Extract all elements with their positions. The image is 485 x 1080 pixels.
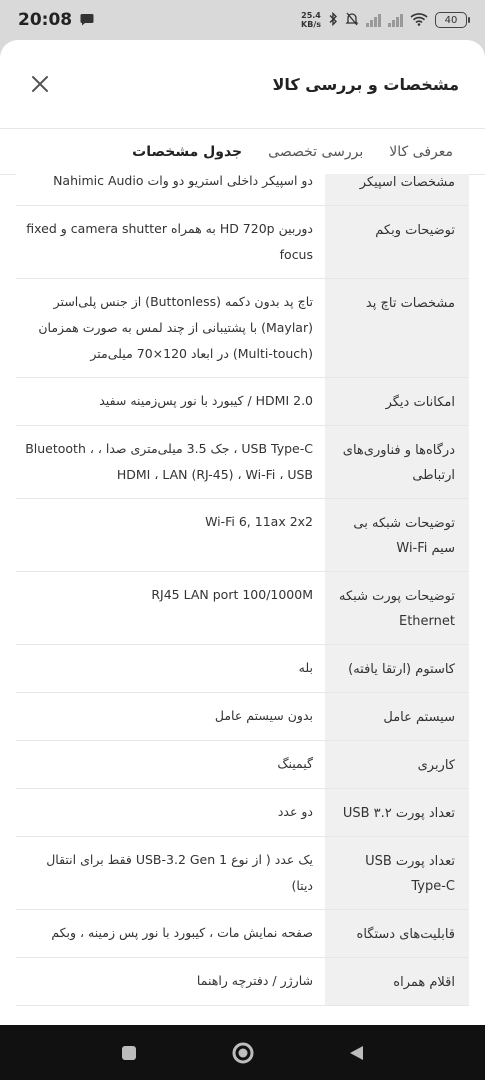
mute-bell-icon	[345, 12, 359, 29]
table-row: کاستوم (ارتقا یافته) بله	[16, 644, 469, 693]
back-button[interactable]	[342, 1038, 372, 1068]
spec-table: مشخصات اسپیکر دو اسپیکر داخلی استریو دو …	[16, 174, 469, 1006]
table-row: اقلام همراه شارژر / دفترچه راهنما	[16, 957, 469, 1006]
spec-key: توضیحات وبکم	[325, 205, 469, 279]
bluetooth-icon	[328, 11, 338, 29]
battery-level: 40	[444, 14, 458, 26]
spec-key: مشخصات تاچ پد	[325, 278, 469, 378]
spec-value: دوربین HD 720p به همراه camera shutter و…	[16, 205, 325, 279]
close-button[interactable]	[28, 72, 52, 96]
home-button[interactable]	[228, 1038, 258, 1068]
table-row: تعداد پورت USB ۳.۲ دو عدد	[16, 788, 469, 837]
spec-value: تاچ پد بدون دکمه (Buttonless) از جنس پلی…	[16, 278, 325, 378]
table-row: مشخصات تاچ پد تاچ پد بدون دکمه (Buttonle…	[16, 278, 469, 378]
spec-value: USB Type-C ، جک 3.5 میلی‌متری صدا ، Blue…	[16, 425, 325, 499]
clock: 20:08	[18, 10, 73, 30]
spec-key: سیستم عامل	[325, 692, 469, 741]
spec-key: درگاه‌ها و فناوری‌های ارتباطی	[325, 425, 469, 499]
spec-value: RJ45 LAN port 100/1000M	[16, 571, 325, 645]
signal-bars-1-icon	[366, 13, 381, 27]
spec-value: دو اسپیکر داخلی استریو دو وات Nahimic Au…	[16, 174, 325, 206]
tab-product-intro[interactable]: معرفی کالا	[389, 144, 453, 160]
battery-indicator: 40	[435, 12, 470, 28]
wifi-icon	[410, 12, 428, 29]
table-row: مشخصات اسپیکر دو اسپیکر داخلی استریو دو …	[16, 174, 469, 206]
network-speed-unit: KB/s	[301, 20, 321, 29]
spec-key: توضیحات شبکه بی سیم Wi-Fi	[325, 498, 469, 572]
system-nav-bar	[0, 1025, 485, 1080]
spec-key: توضیحات پورت شبکه Ethernet	[325, 571, 469, 645]
square-icon	[121, 1045, 136, 1060]
spec-value: HDMI 2.0 / کیبورد با نور پس‌زمینه سفید	[16, 377, 325, 426]
spec-value: گیمینگ	[16, 740, 325, 789]
spec-key: امکانات دیگر	[325, 377, 469, 426]
table-row: توضیحات وبکم دوربین HD 720p به همراه cam…	[16, 205, 469, 279]
spec-value: دو عدد	[16, 788, 325, 837]
status-left: 20:08	[18, 10, 94, 30]
table-row: کاربری گیمینگ	[16, 740, 469, 789]
status-bar: 20:08 25.4 KB/s 40	[0, 0, 485, 40]
table-row: توضیحات شبکه بی سیم Wi-Fi Wi-Fi 6, 11ax …	[16, 498, 469, 572]
tab-expert-review[interactable]: بررسی تخصصی	[268, 144, 363, 160]
table-row: سیستم عامل بدون سیستم عامل	[16, 692, 469, 741]
table-row: توضیحات پورت شبکه Ethernet RJ45 LAN port…	[16, 571, 469, 645]
spec-value: Wi-Fi 6, 11ax 2x2	[16, 498, 325, 572]
table-row: قابلیت‌های دستگاه صفحه نمایش مات ، کیبور…	[16, 909, 469, 958]
tab-spec-table[interactable]: جدول مشخصات	[132, 144, 242, 160]
network-speed: 25.4 KB/s	[301, 11, 321, 29]
spec-value: بدون سیستم عامل	[16, 692, 325, 741]
sheet-header: مشخصات و بررسی کالا	[0, 40, 485, 128]
spec-sheet: مشخصات و بررسی کالا معرفی کالا بررسی تخص…	[0, 40, 485, 1025]
sheet-title: مشخصات و بررسی کالا	[272, 74, 459, 94]
spec-key: کاربری	[325, 740, 469, 789]
spec-value: صفحه نمایش مات ، کیبورد با نور پس زمینه …	[16, 909, 325, 958]
spec-value: شارژر / دفترچه راهنما	[16, 957, 325, 1006]
message-icon	[80, 11, 94, 30]
recents-button[interactable]	[114, 1038, 144, 1068]
signal-bars-2-icon	[388, 13, 403, 27]
network-speed-value: 25.4	[301, 11, 321, 20]
spec-key: مشخصات اسپیکر	[325, 174, 469, 206]
spec-key: تعداد پورت USB Type-C	[325, 836, 469, 910]
tab-bar: معرفی کالا بررسی تخصصی جدول مشخصات	[0, 129, 485, 175]
table-row: درگاه‌ها و فناوری‌های ارتباطی USB Type-C…	[16, 425, 469, 499]
spec-key: قابلیت‌های دستگاه	[325, 909, 469, 958]
table-row: امکانات دیگر HDMI 2.0 / کیبورد با نور پس…	[16, 377, 469, 426]
spec-key: کاستوم (ارتقا یافته)	[325, 644, 469, 693]
spec-value: بله	[16, 644, 325, 693]
spec-table-viewport[interactable]: مشخصات اسپیکر دو اسپیکر داخلی استریو دو …	[16, 174, 469, 1025]
table-row: تعداد پورت USB Type-C یک عدد ( از نوع US…	[16, 836, 469, 910]
spec-value: یک عدد ( از نوع USB-3.2 Gen 1 فقط برای ا…	[16, 836, 325, 910]
spec-key: اقلام همراه	[325, 957, 469, 1006]
close-icon	[32, 76, 48, 92]
status-right: 25.4 KB/s 40	[301, 11, 470, 29]
triangle-back-icon	[349, 1045, 363, 1060]
circle-icon	[232, 1042, 253, 1063]
spec-key: تعداد پورت USB ۳.۲	[325, 788, 469, 837]
